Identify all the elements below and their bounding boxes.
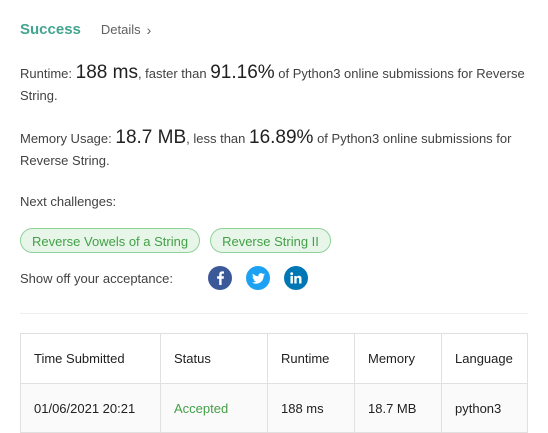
- details-label: Details: [100, 22, 141, 37]
- cell-status-link[interactable]: Accepted: [160, 383, 268, 433]
- column-header-memory: Memory: [354, 333, 442, 384]
- next-challenges-label: Next challenges:: [20, 194, 117, 209]
- runtime-mid: , faster than: [137, 66, 211, 81]
- cell-memory: 18.7 MB: [354, 383, 442, 433]
- next-challenges-list: Reverse Vowels of a String Reverse Strin…: [20, 228, 331, 253]
- share-row: Show off your acceptance:: [20, 266, 322, 290]
- column-header-status: Status: [160, 333, 268, 384]
- submissions-table: Time Submitted Status Runtime Memory Lan…: [20, 333, 528, 433]
- memory-value: 18.7 MB: [115, 127, 187, 148]
- facebook-icon[interactable]: [208, 266, 232, 290]
- linkedin-icon[interactable]: [284, 266, 308, 290]
- twitter-icon[interactable]: [246, 266, 270, 290]
- column-header-language: Language: [441, 333, 528, 384]
- result-header: Success Details ›: [20, 21, 151, 38]
- cell-language: python3: [441, 383, 528, 433]
- runtime-label: Runtime:: [20, 66, 76, 81]
- memory-label: Memory Usage:: [20, 131, 116, 146]
- column-header-time-submitted: Time Submitted: [20, 333, 161, 384]
- cell-runtime: 188 ms: [267, 383, 355, 433]
- status-title: Success: [20, 21, 81, 38]
- memory-stat: Memory Usage: 18.7 MB, less than 16.89% …: [20, 127, 530, 172]
- runtime-value: 188 ms: [75, 62, 138, 83]
- share-label: Show off your acceptance:: [20, 270, 173, 286]
- challenge-chip-reverse-vowels[interactable]: Reverse Vowels of a String: [20, 228, 201, 253]
- divider: [20, 313, 528, 314]
- table-row: 01/06/2021 20:21 Accepted 188 ms 18.7 MB…: [20, 383, 528, 433]
- memory-mid: , less than: [186, 131, 250, 146]
- cell-time-submitted: 01/06/2021 20:21: [20, 383, 161, 433]
- challenge-chip-reverse-string-ii[interactable]: Reverse String II: [210, 228, 331, 253]
- details-link[interactable]: Details ›: [101, 22, 151, 37]
- runtime-stat: Runtime: 188 ms, faster than 91.16% of P…: [20, 62, 530, 107]
- column-header-runtime: Runtime: [267, 333, 355, 384]
- runtime-percent: 91.16%: [210, 62, 275, 83]
- memory-percent: 16.89%: [249, 127, 314, 148]
- chevron-right-icon: ›: [146, 21, 152, 38]
- table-header-row: Time Submitted Status Runtime Memory Lan…: [20, 333, 528, 384]
